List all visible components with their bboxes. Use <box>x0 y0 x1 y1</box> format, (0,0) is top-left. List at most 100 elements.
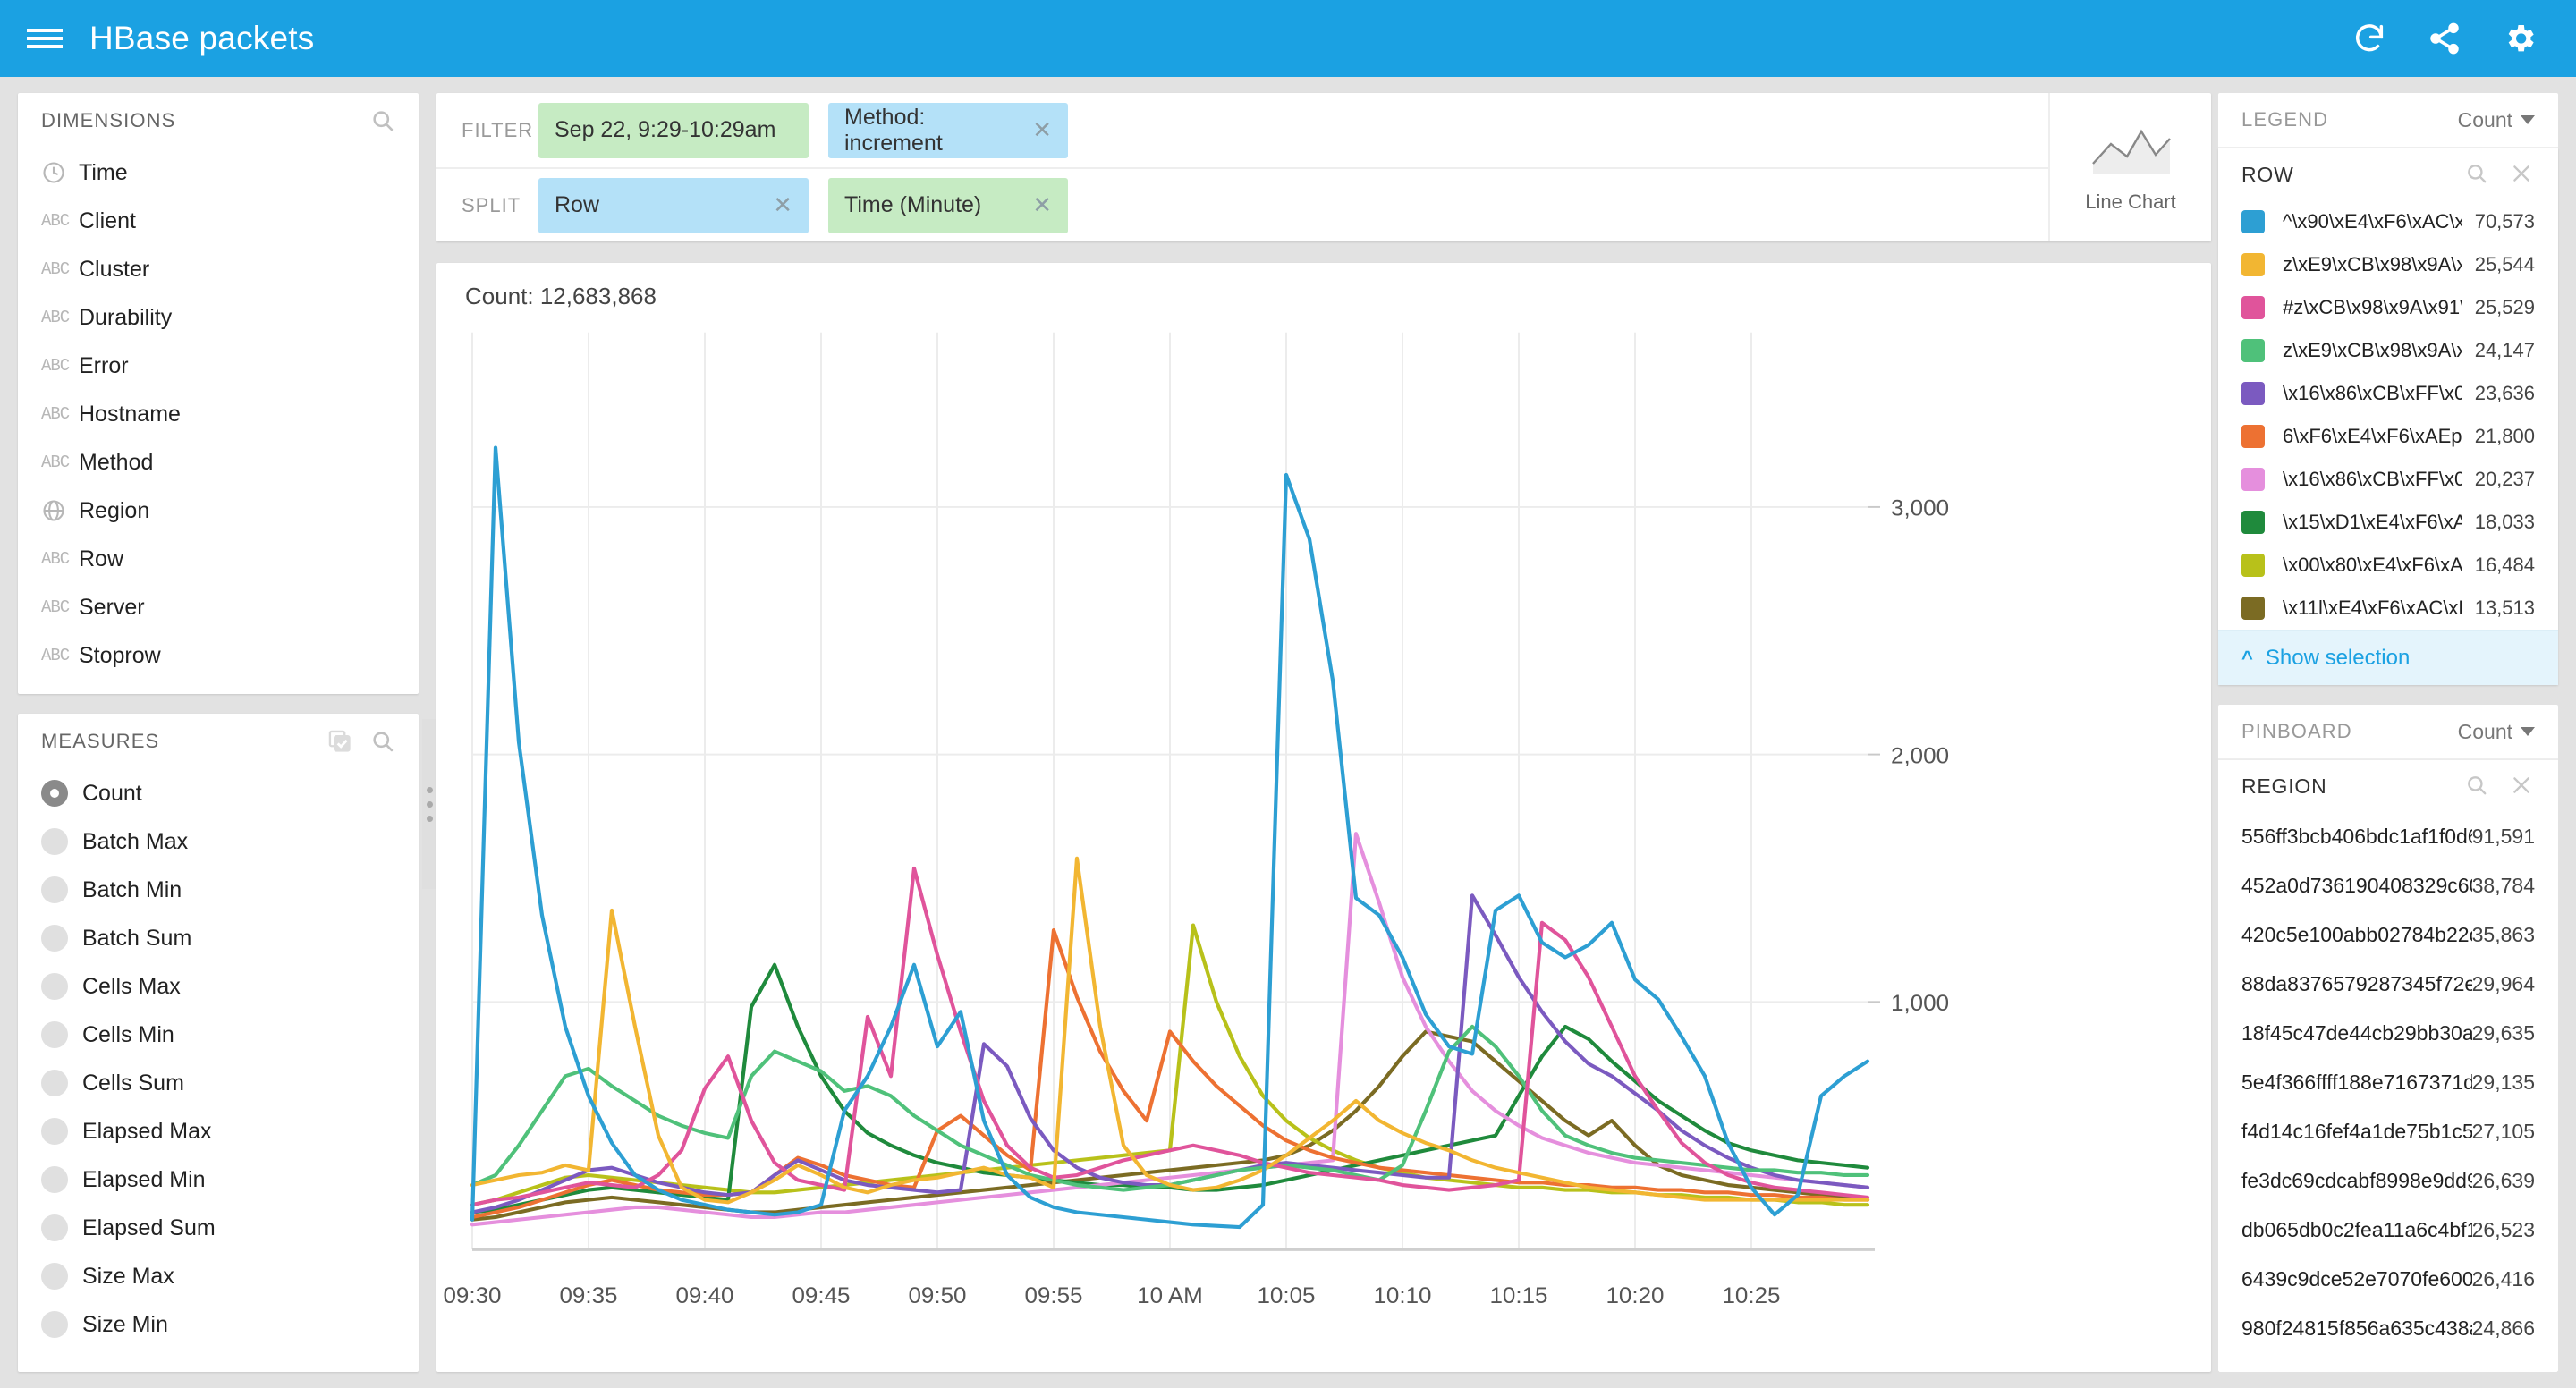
sidebar-item-row[interactable]: ABC Row <box>18 535 419 583</box>
x-axis-tick-label: 09:45 <box>792 1284 850 1309</box>
measure-item-elapsed-sum[interactable]: Elapsed Sum <box>18 1204 419 1252</box>
measure-item-cells-sum[interactable]: Cells Sum <box>18 1059 419 1107</box>
abc-icon: ABC <box>41 259 70 279</box>
sidebar-item-client[interactable]: ABC Client <box>18 197 419 245</box>
search-icon[interactable] <box>370 729 395 754</box>
sidebar-item-stoprow[interactable]: ABC Stoprow <box>18 631 419 680</box>
legend-tile: ROW ^\x90\xE4\xF6\xAC\xE6W\x00\x00\x06\x… <box>2218 148 2558 685</box>
split-chip-row[interactable]: Row ✕ <box>538 177 809 233</box>
close-icon[interactable]: ✕ <box>1002 116 1052 144</box>
region-row[interactable]: 5e4f366ffff188e7167371d54563252729,135 <box>2218 1058 2558 1107</box>
legend-row[interactable]: \x11l\xE4\xF6\xAC\xE8Y\x00\x00\x06\xF1\x… <box>2218 587 2558 630</box>
x-axis-tick-label: 09:40 <box>675 1284 733 1309</box>
sidebar-item-region[interactable]: Region <box>18 487 419 535</box>
legend-row[interactable]: z\xE9\xCB\x98\x9A\x91\x9B\x9A\x8D\xD1\x 2… <box>2218 329 2558 372</box>
region-row[interactable]: 556ff3bcb406bdc1af1f0d6ded98e5d091,591 <box>2218 812 2558 861</box>
measure-item-cells-min[interactable]: Cells Min <box>18 1011 419 1059</box>
measure-item-elapsed-min[interactable]: Elapsed Min <box>18 1155 419 1204</box>
sidebar-item-durability[interactable]: ABC Durability <box>18 293 419 342</box>
region-row[interactable]: 452a0d736190408329c6077469dd9b8238,784 <box>2218 861 2558 910</box>
region-row[interactable]: 88da8376579287345f72e040c14bf25d29,964 <box>2218 960 2558 1009</box>
measure-item-elapsed-max[interactable]: Elapsed Max <box>18 1107 419 1155</box>
legend-row[interactable]: z\xE9\xCB\x98\x9A\x91\x9B\x9A\x8D\xD1\x 2… <box>2218 243 2558 286</box>
legend-row[interactable]: \x00\x80\xE4\xF6\xAC\xE8\x99\x00\x00\x06… <box>2218 544 2558 587</box>
sidebar-item-error[interactable]: ABC Error <box>18 342 419 390</box>
region-row-label: 556ff3bcb406bdc1af1f0d6ded98e5d0 <box>2241 825 2472 848</box>
measure-item-label: Elapsed Max <box>82 1118 212 1144</box>
filter-chip-method[interactable]: Method: increment ✕ <box>828 102 1068 158</box>
close-icon[interactable]: ✕ <box>742 191 792 219</box>
legend-row[interactable]: #z\xCB\x98\x9A\x91\x9B\x9A\x8D\xD1\xB2 25… <box>2218 286 2558 329</box>
center-column: FILTER Sep 22, 9:29-10:29am Method: incr… <box>422 93 2211 1372</box>
radio-icon <box>41 1118 82 1145</box>
region-row[interactable]: 6439c9dce52e7070fe60011a588fcd7526,416 <box>2218 1255 2558 1304</box>
region-row[interactable]: db065db0c2fea11a6c4bf13b726a9ad626,523 <box>2218 1206 2558 1255</box>
sidebar-item-method[interactable]: ABC Method <box>18 438 419 487</box>
search-icon[interactable] <box>2465 774 2490 799</box>
gear-icon[interactable] <box>2501 20 2538 57</box>
visualization-selector[interactable]: Line Chart <box>2048 93 2211 241</box>
measure-item-count[interactable]: Count <box>18 769 419 817</box>
abc-icon: ABC <box>41 453 70 472</box>
legend-row[interactable]: \x15\xD1\xE4\xF6\xAEr{\x00\x00\x06\xF1\x… <box>2218 501 2558 544</box>
close-icon[interactable] <box>2510 162 2535 187</box>
search-icon[interactable] <box>2465 162 2490 187</box>
share-icon[interactable] <box>2426 20 2463 57</box>
show-selection-button[interactable]: ^ Show selection <box>2218 630 2558 685</box>
legend-row-label: z\xE9\xCB\x98\x9A\x91\x9B\x9A\x8D\xD1\x <box>2283 339 2462 361</box>
filter-row: FILTER Sep 22, 9:29-10:29am Method: incr… <box>436 93 2048 167</box>
legend-color-swatch <box>2241 597 2265 620</box>
region-row[interactable]: 18f45c47de44cb29bb30a3942049236029,635 <box>2218 1009 2558 1058</box>
hamburger-icon[interactable] <box>0 0 89 77</box>
measure-item-batch-sum[interactable]: Batch Sum <box>18 914 419 962</box>
chevron-up-icon: ^ <box>2241 646 2253 669</box>
sidebar-item-server[interactable]: ABC Server <box>18 583 419 631</box>
chart-card[interactable]: Count: 12,683,868 09:30 09:35 09:40 09:45 09… <box>436 263 2211 1372</box>
legend-row[interactable]: \x16\x86\xCB\xFF\x00\x00\x11\xE1\x02 20,2… <box>2218 458 2558 501</box>
search-icon[interactable] <box>370 108 395 133</box>
region-row[interactable]: 980f24815f856a635c438aa9adf6c4d024,866 <box>2218 1304 2558 1353</box>
line-chart-svg[interactable]: 09:30 09:35 09:40 09:45 09:50 09:55 10 AM 10:05… <box>436 263 2211 1372</box>
measure-item-batch-max[interactable]: Batch Max <box>18 817 419 866</box>
region-row-value: 38,784 <box>2471 874 2535 897</box>
measure-item-size-max[interactable]: Size Max <box>18 1252 419 1300</box>
pinboard-measure-select[interactable]: Count <box>2458 720 2535 744</box>
measure-item-size-min[interactable]: Size Min <box>18 1300 419 1349</box>
x-axis-tick-label: 09:30 <box>443 1284 501 1309</box>
checkbox-stack-icon[interactable] <box>327 729 352 754</box>
close-icon[interactable]: ✕ <box>1002 191 1052 219</box>
header-actions <box>2351 20 2576 57</box>
close-icon[interactable] <box>2510 774 2535 799</box>
sidebar-resize-handle[interactable] <box>422 719 436 889</box>
region-row-value: 29,635 <box>2471 1021 2535 1045</box>
legend-row[interactable]: 6\xF6\xE4\xF6\xAEp\xF1\x00\x00\x06\xF1\x… <box>2218 415 2558 458</box>
filter-caption: FILTER <box>462 118 534 141</box>
measure-item-batch-min[interactable]: Batch Min <box>18 866 419 914</box>
sidebar-item-time[interactable]: Time <box>18 148 419 197</box>
radio-icon <box>41 925 82 952</box>
region-row-value: 35,863 <box>2471 923 2535 946</box>
sidebar-item-hostname[interactable]: ABC Hostname <box>18 390 419 438</box>
radio-icon <box>41 1166 82 1193</box>
x-axis-tick-label: 10 AM <box>1137 1284 1203 1309</box>
legend-row[interactable]: ^\x90\xE4\xF6\xAC\xE6W\x00\x00\x06\xF1\ 7… <box>2218 200 2558 243</box>
legend-color-swatch <box>2241 339 2265 362</box>
page-title: HBase packets <box>89 20 315 56</box>
sidebar-item-label: Cluster <box>79 256 150 282</box>
legend-measure-select[interactable]: Count <box>2458 108 2535 132</box>
refresh-icon[interactable] <box>2351 20 2388 57</box>
filter-chip-label: Sep 22, 9:29-10:29am <box>555 117 776 142</box>
measure-item-label: Batch Min <box>82 876 182 902</box>
region-row[interactable]: f4d14c16fef4a1de75b1c57bfeb7caa827,105 <box>2218 1107 2558 1156</box>
split-chip-time-minute[interactable]: Time (Minute) ✕ <box>828 177 1068 233</box>
measure-item-cells-max[interactable]: Cells Max <box>18 962 419 1011</box>
legend-row-value: 13,513 <box>2474 597 2535 619</box>
region-row[interactable]: fe3dc69cdcabf8998e9dd916ad15d11926,639 <box>2218 1156 2558 1206</box>
legend-row[interactable]: \x16\x86\xCB\xFF\x00\x00#\xE9\x02 23,636 <box>2218 372 2558 415</box>
filter-chip-time[interactable]: Sep 22, 9:29-10:29am <box>538 102 809 158</box>
radio-icon <box>41 1070 82 1096</box>
x-axis-tick-label: 10:05 <box>1257 1284 1315 1309</box>
pinboard-title: PINBOARD <box>2241 720 2352 742</box>
region-row[interactable]: 420c5e100abb02784b22c360966808fd35,863 <box>2218 910 2558 960</box>
sidebar-item-cluster[interactable]: ABC Cluster <box>18 245 419 293</box>
